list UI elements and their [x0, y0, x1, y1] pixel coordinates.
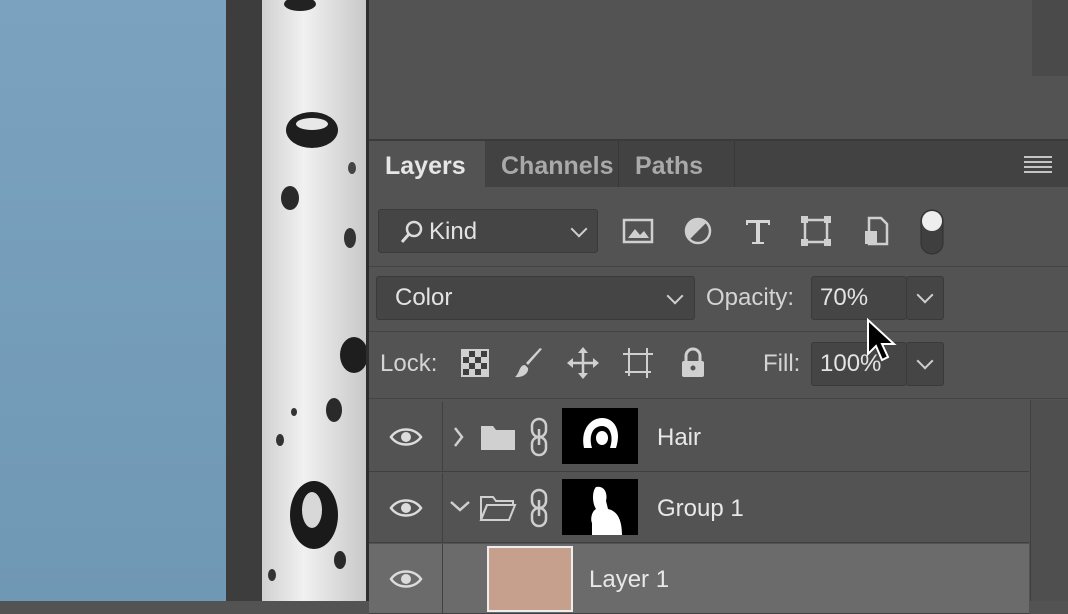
- visibility-column[interactable]: [369, 544, 443, 614]
- tab-layers[interactable]: Layers: [369, 141, 485, 187]
- link-chain-icon[interactable]: [526, 488, 552, 528]
- lock-position-icon[interactable]: [566, 346, 600, 380]
- shape-filter-icon[interactable]: [799, 214, 833, 248]
- separator: [369, 331, 1068, 332]
- link-chain-icon[interactable]: [526, 417, 552, 457]
- layer-row-group-1[interactable]: Group 1: [369, 473, 1029, 543]
- canvas-artwork: [268, 0, 366, 581]
- filter-kind-select[interactable]: Kind: [378, 209, 598, 253]
- panel-tab-bar: Layers Channels Paths: [369, 141, 1068, 187]
- folder-icon: [481, 426, 515, 450]
- eye-icon[interactable]: [389, 568, 423, 590]
- visibility-column[interactable]: [369, 402, 443, 472]
- chevron-down-icon[interactable]: [447, 497, 473, 515]
- lock-all-icon[interactable]: [676, 346, 710, 380]
- tab-channels[interactable]: Channels: [485, 141, 619, 187]
- chevron-down-icon: [916, 352, 934, 370]
- separator: [369, 398, 1068, 399]
- blend-mode-select[interactable]: Color: [376, 276, 695, 320]
- layer-name[interactable]: Layer 1: [589, 566, 669, 594]
- layer-thumbnail[interactable]: [487, 546, 573, 612]
- fill-dropdown-button[interactable]: [906, 342, 944, 386]
- blend-mode-value: Color: [395, 284, 453, 311]
- lock-label: Lock:: [380, 350, 438, 377]
- folder-open-icon: [479, 496, 517, 521]
- search-icon: [400, 220, 423, 243]
- eye-icon[interactable]: [389, 426, 423, 448]
- layer-mask-thumbnail[interactable]: [562, 479, 638, 535]
- image-filter-icon[interactable]: [621, 214, 655, 248]
- filter-kind-label: Kind: [429, 218, 478, 245]
- visibility-column[interactable]: [369, 473, 443, 543]
- adjustment-filter-icon[interactable]: [681, 214, 715, 248]
- type-filter-icon[interactable]: [741, 214, 775, 248]
- mouse-cursor-icon: [867, 318, 897, 362]
- lock-transparent-pixels-icon[interactable]: [458, 346, 492, 380]
- eye-icon[interactable]: [389, 497, 423, 519]
- canvas-gutter: [226, 0, 262, 601]
- chevron-down-icon: [570, 220, 588, 238]
- canvas-background: [0, 0, 226, 601]
- layer-mask-thumbnail[interactable]: [562, 408, 638, 464]
- tab-paths[interactable]: Paths: [619, 141, 735, 187]
- fill-label: Fill:: [763, 350, 801, 377]
- layer-name[interactable]: Group 1: [657, 495, 744, 523]
- layer-row-layer-1[interactable]: Layer 1: [369, 544, 1029, 614]
- layer-name[interactable]: Hair: [657, 424, 701, 452]
- panel-menu-icon[interactable]: [1024, 156, 1052, 176]
- opacity-label: Opacity:: [706, 284, 795, 311]
- opacity-dropdown-button[interactable]: [906, 276, 944, 320]
- chevron-right-icon[interactable]: [449, 424, 467, 450]
- filter-toggle-icon[interactable]: [918, 208, 946, 256]
- layers-scrollbar[interactable]: [1030, 400, 1068, 601]
- opacity-input[interactable]: 70%: [811, 276, 907, 320]
- layer-row-hair[interactable]: Hair: [369, 402, 1029, 472]
- lock-image-pixels-icon[interactable]: [512, 346, 546, 380]
- lock-artboard-icon[interactable]: [621, 346, 655, 380]
- smart-object-filter-icon[interactable]: [859, 214, 893, 248]
- upper-panel-scrollbar[interactable]: [1032, 0, 1068, 76]
- separator: [369, 266, 1068, 267]
- opacity-value: 70%: [820, 284, 869, 311]
- chevron-down-icon: [666, 287, 684, 305]
- canvas-image-strip: [262, 0, 366, 601]
- upper-panel: [369, 0, 1068, 141]
- chevron-down-icon: [916, 286, 934, 304]
